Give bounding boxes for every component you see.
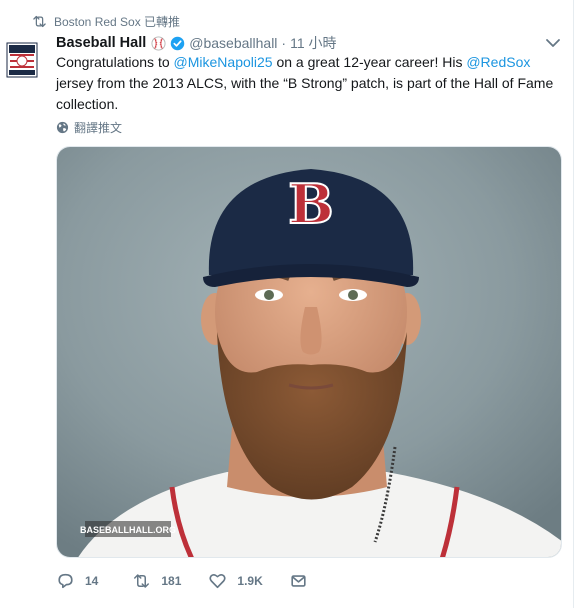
author-name[interactable]: Baseball Hall [56,35,146,51]
tweet-actions: 14 181 1.9K [56,570,308,592]
baseball-icon [151,35,166,51]
retweet-by-label[interactable]: Boston Red Sox 已轉推 [54,13,180,30]
tweet-text-part: Congratulations to [56,54,174,70]
translate-tweet-link[interactable]: 翻譯推文 [56,119,122,135]
mention-link-napoli[interactable]: @MikeNapoli25 [174,54,273,70]
tweet-text-part: on a great 12-year career! His [272,54,467,70]
retweet-count: 181 [161,574,182,588]
direct-message-button[interactable] [289,570,308,592]
tweet-text-part: jersey from the 2013 ALCS, with the “B S… [56,75,554,112]
photo-watermark: BASEBALLHALL.ORG [80,525,176,535]
tweet-photo[interactable]: B BASEBALLHALL.ORG [56,146,562,558]
like-button[interactable]: 1.9K [208,570,263,592]
cap-logo: B [288,172,334,236]
like-count: 1.9K [237,574,263,588]
retweet-button[interactable]: 181 [132,570,181,592]
tweet-text: Congratulations to @MikeNapoli25 on a gr… [56,52,556,115]
mention-link-redsox[interactable]: @RedSox [466,54,530,70]
reply-count: 14 [85,574,99,588]
retweet-icon [33,15,46,27]
chevron-down-icon[interactable] [545,36,561,50]
header-separator: · [281,35,287,51]
retweet-icon [134,574,150,588]
author-handle[interactable]: @baseballhall [189,35,277,51]
reply-button[interactable]: 14 [56,570,98,592]
avatar[interactable] [6,42,38,78]
hall-of-fame-logo [6,42,38,78]
reply-icon [58,573,73,589]
tweet-timestamp[interactable]: 11 小時 [290,33,336,53]
tweet-header: Baseball Hall @baseballhall · 11 小時 [56,33,337,53]
retweet-context: Boston Red Sox 已轉推 [32,12,180,30]
envelope-icon [291,575,306,587]
tweet-card[interactable]: Boston Red Sox 已轉推 Baseball Hall @baseba… [0,0,574,608]
heart-icon [209,573,226,589]
verified-badge-icon [171,36,185,50]
globe-icon [56,121,69,133]
translate-label: 翻譯推文 [74,120,123,135]
